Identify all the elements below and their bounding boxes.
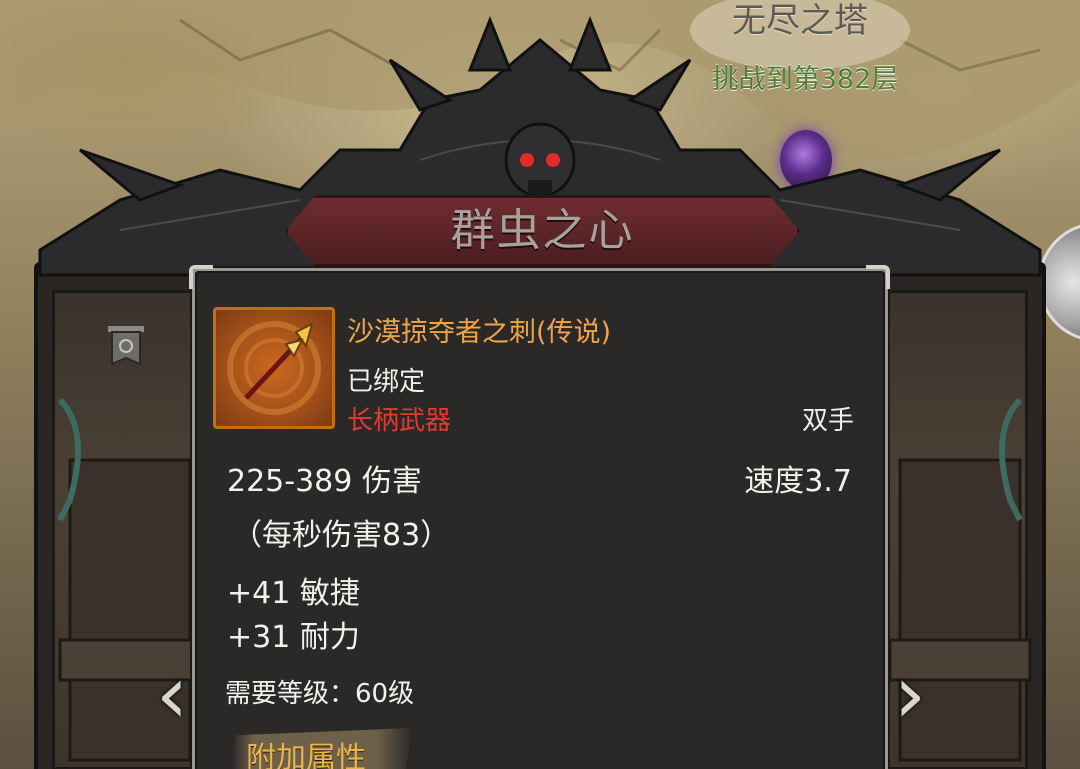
item-dps: （每秒伤害83） bbox=[232, 518, 451, 553]
next-arrow-icon[interactable]: › bbox=[882, 650, 938, 740]
guild-banner-icon[interactable] bbox=[104, 322, 148, 372]
item-level-requirement: 需要等级：60级 bbox=[225, 679, 415, 709]
item-speed: 速度3.7 bbox=[744, 464, 852, 499]
tooltip-corner-top-left bbox=[189, 265, 213, 289]
skull-emblem bbox=[504, 122, 576, 198]
item-weapon-type: 长柄武器 bbox=[347, 406, 452, 436]
item-damage: 225-389 伤害 bbox=[227, 464, 422, 499]
boss-title: 群虫之心 bbox=[450, 205, 635, 256]
item-name: 沙漠掠夺者之刺(传说) bbox=[347, 317, 612, 348]
item-binding-status: 已绑定 bbox=[347, 367, 426, 397]
item-stat-stamina: +31 耐力 bbox=[227, 620, 360, 655]
extra-attributes-label: 附加属性 bbox=[246, 741, 366, 769]
tooltip-corner-top-right bbox=[866, 265, 890, 289]
item-stat-agility: +41 敏捷 bbox=[227, 576, 360, 611]
item-hand-type: 双手 bbox=[801, 406, 854, 436]
polearm-weapon-icon[interactable] bbox=[213, 307, 335, 429]
